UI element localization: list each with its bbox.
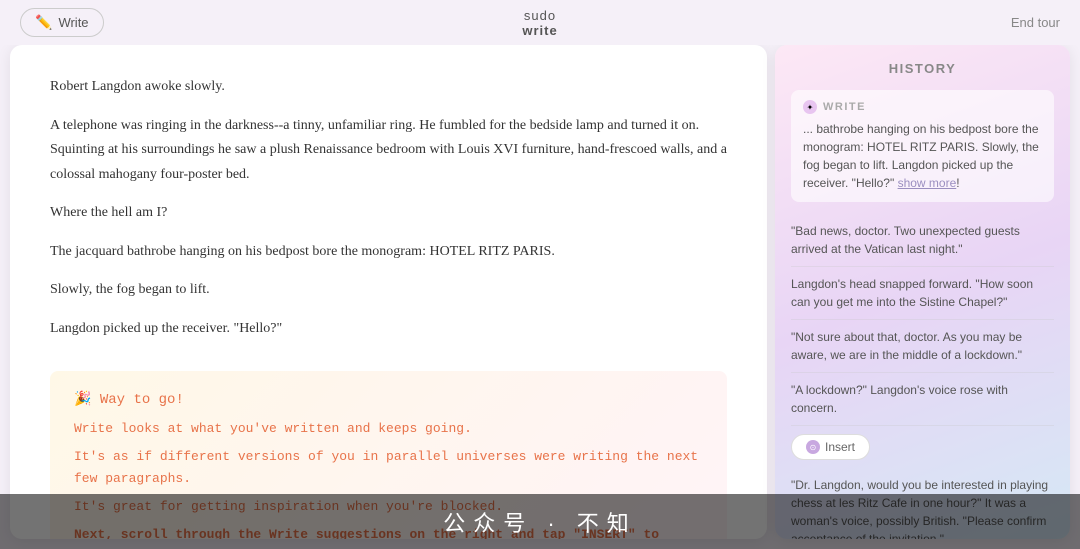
history-title: History <box>791 61 1054 76</box>
wechat-watermark: 公众号 · 不知 <box>443 506 637 538</box>
write-entry-header: ✦ WRITE <box>803 100 1042 114</box>
pencil-icon: ✏️ <box>35 14 52 31</box>
end-tour-button[interactable]: End tour <box>1011 15 1060 30</box>
top-nav: ✏️ Write sudo write End tour <box>0 0 1080 45</box>
editor-pane: Robert Langdon awoke slowly. A telephone… <box>10 45 767 539</box>
paragraph-1: Robert Langdon awoke slowly. <box>50 75 727 100</box>
insert-label-1: Insert <box>825 440 855 454</box>
history-item-1: "Bad news, doctor. Two unexpected guests… <box>791 214 1054 267</box>
history-item-2: Langdon's head snapped forward. "How soo… <box>791 267 1054 320</box>
highlight-line-1: Write looks at what you've written and k… <box>74 418 703 440</box>
paragraph-4: The jacquard bathrobe hanging on his bed… <box>50 240 727 265</box>
write-entry: ✦ WRITE ... bathrobe hanging on his bedp… <box>791 90 1054 202</box>
paragraph-6: Langdon picked up the receiver. "Hello?" <box>50 317 727 342</box>
paragraph-5: Slowly, the fog began to lift. <box>50 278 727 303</box>
divider <box>50 341 727 361</box>
write-entry-text: ... bathrobe hanging on his bedpost bore… <box>803 120 1042 192</box>
write-btn-label: Write <box>58 15 88 30</box>
paragraph-2: A telephone was ringing in the darkness-… <box>50 114 727 188</box>
logo: sudo write <box>522 8 557 38</box>
main-content: Robert Langdon awoke slowly. A telephone… <box>0 45 1080 549</box>
insert-icon-1: ⊙ <box>806 440 820 454</box>
write-label: WRITE <box>823 101 866 113</box>
history-pane: History ✦ WRITE ... bathrobe hanging on … <box>775 45 1070 539</box>
history-item-4: "A lockdown?" Langdon's voice rose with … <box>791 373 1054 426</box>
highlight-line-2: It's as if different versions of you in … <box>74 446 703 490</box>
editor-text: Robert Langdon awoke slowly. A telephone… <box>50 75 727 341</box>
history-item-3: "Not sure about that, doctor. As you may… <box>791 320 1054 373</box>
write-button[interactable]: ✏️ Write <box>20 8 104 37</box>
show-more-link[interactable]: show more <box>898 176 957 190</box>
highlight-title: 🎉 Way to go! <box>74 391 703 408</box>
logo-write: write <box>522 23 557 38</box>
write-icon: ✦ <box>803 100 817 114</box>
logo-sudo: sudo <box>524 8 556 23</box>
paragraph-3: Where the hell am I? <box>50 201 727 226</box>
wechat-overlay: 公众号 · 不知 <box>0 494 1080 549</box>
insert-button-1[interactable]: ⊙ Insert <box>791 434 870 460</box>
